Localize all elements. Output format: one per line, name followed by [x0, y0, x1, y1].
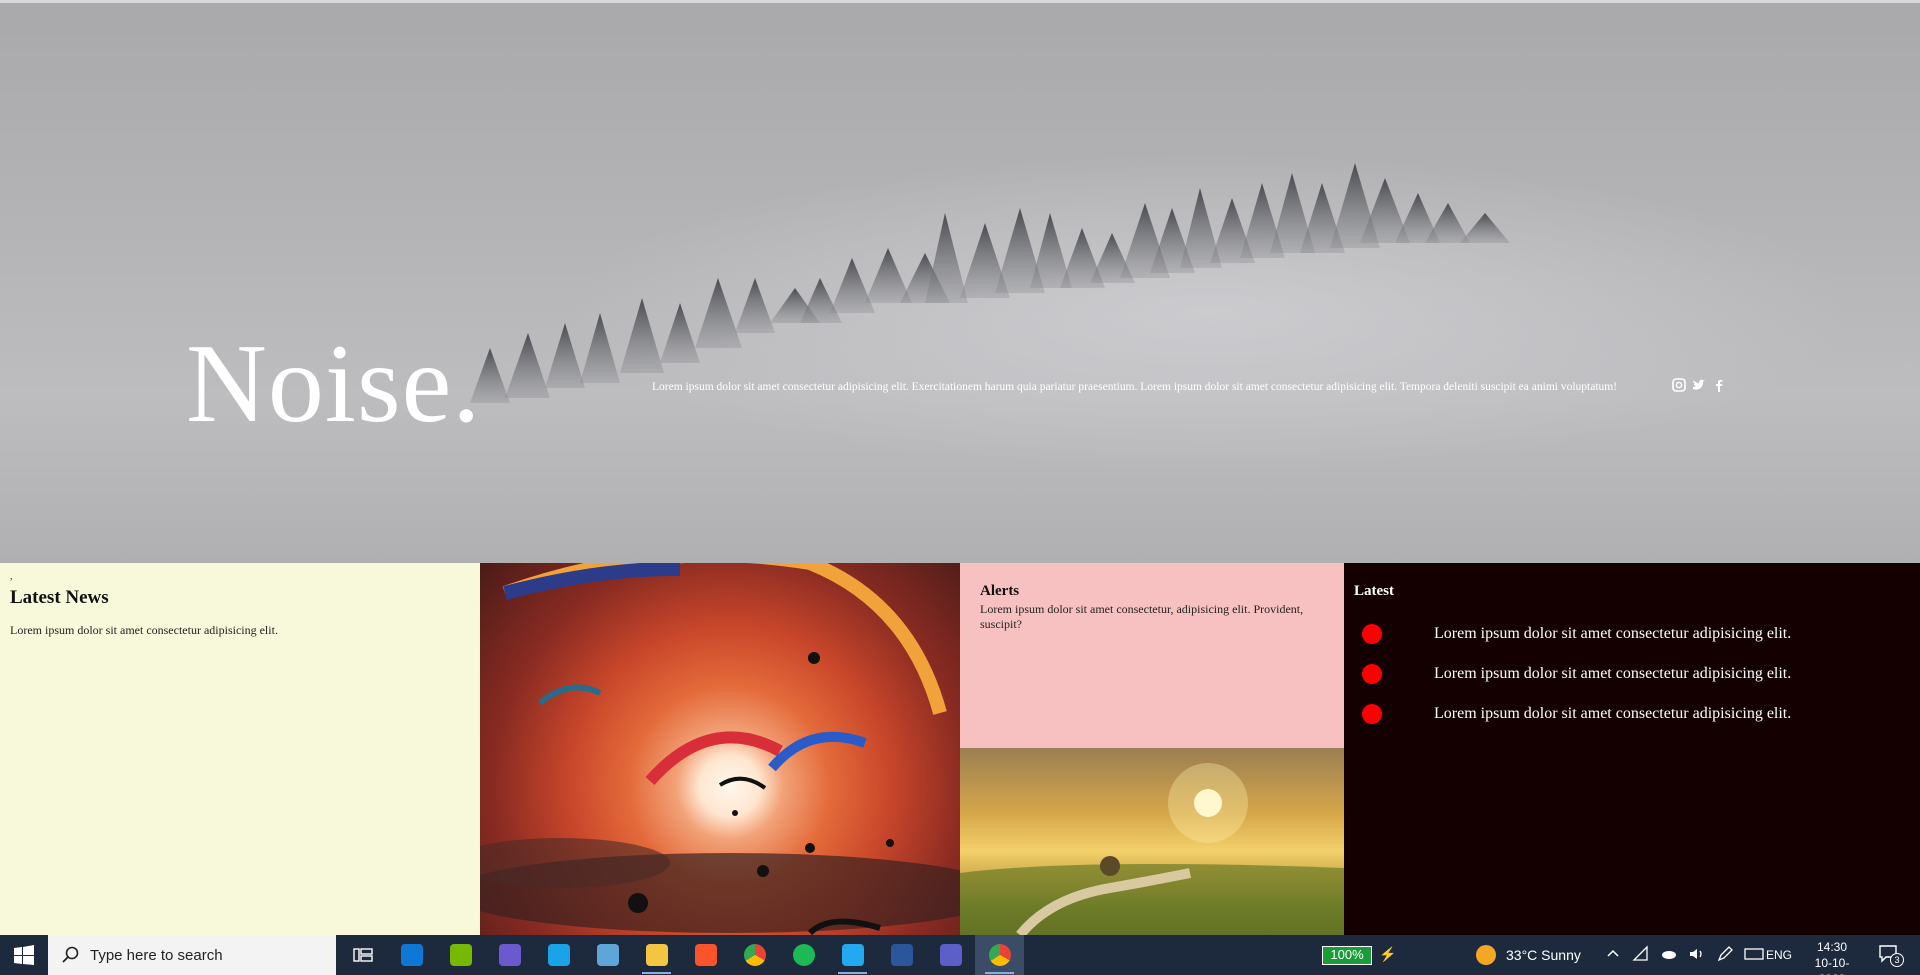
- weather-widget[interactable]: 33°C Sunny: [1476, 945, 1581, 965]
- onedrive-icon[interactable]: [1660, 945, 1678, 963]
- taskbar-l-app[interactable]: [534, 935, 583, 975]
- list-item: Lorem ipsum dolor sit amet consectetur a…: [1354, 614, 1910, 654]
- spotify-icon: [792, 944, 815, 966]
- misty-forest-image: [470, 163, 1510, 403]
- list-item-text: Lorem ipsum dolor sit amet consectetur a…: [1434, 665, 1792, 682]
- taskbar-brave[interactable]: [681, 935, 730, 975]
- word-icon: [890, 944, 913, 966]
- brave-icon: [694, 944, 717, 966]
- keyboard-icon[interactable]: [1744, 945, 1764, 963]
- clock[interactable]: 14:30 10-10-2023: [1802, 939, 1862, 975]
- taskbar-apps: [338, 935, 1024, 975]
- notification-center-button[interactable]: 3: [1878, 943, 1904, 967]
- taskbar-mail[interactable]: [387, 935, 436, 975]
- hero-banner: Noise. Lorem ipsum dolor sit amet consec…: [0, 0, 1920, 563]
- bullet-dot: [1362, 664, 1382, 684]
- taskbar-chrome[interactable]: [730, 935, 779, 975]
- latest-news-heading: Latest News: [10, 587, 109, 608]
- sunset-illustration: [960, 763, 1344, 935]
- task-view-icon: [352, 948, 373, 962]
- taskbar-chrome-active[interactable]: [975, 935, 1024, 975]
- paragliding-photo: [480, 563, 960, 935]
- chrome-icon: [988, 944, 1011, 966]
- latest-news-body: Lorem ipsum dolor sit amet consectetur a…: [10, 623, 278, 637]
- latest-news-panel: , Latest News Lorem ipsum dolor sit amet…: [0, 563, 480, 935]
- battery-indicator[interactable]: 100%: [1322, 946, 1372, 965]
- latest-heading: Latest: [1354, 583, 1394, 599]
- stack-icon: [596, 944, 619, 966]
- system-tray: [1604, 945, 1764, 963]
- list-item-text: Lorem ipsum dolor sit amet consectetur a…: [1434, 705, 1792, 722]
- taskbar-nvidia[interactable]: [436, 935, 485, 975]
- list-item: Lorem ipsum dolor sit amet consectetur a…: [1354, 654, 1910, 694]
- clock-time: 14:30: [1816, 940, 1848, 954]
- l-app-icon: [547, 944, 570, 966]
- windows-taskbar: Type here to search 100% ⚡ 33°C Sunny EN…: [0, 935, 1920, 975]
- nvidia-icon: [449, 944, 472, 966]
- folder-icon: [645, 944, 668, 966]
- chrome-icon: [743, 944, 766, 966]
- teams-icon: [939, 944, 962, 966]
- social-links: [1672, 378, 1726, 392]
- search-placeholder: Type here to search: [90, 946, 223, 964]
- list-item-text: Lorem ipsum dolor sit amet consectetur a…: [1434, 625, 1792, 642]
- sunset-landscape-photo: [960, 748, 1344, 935]
- alerts-panel: Alerts Lorem ipsum dolor sit amet consec…: [960, 563, 1344, 748]
- site-title: Noise.: [186, 322, 482, 446]
- hero-description: Lorem ipsum dolor sit amet consectetur a…: [652, 381, 1618, 393]
- pen-icon[interactable]: [1716, 945, 1734, 963]
- taskbar-bing[interactable]: [485, 935, 534, 975]
- sun-icon: [1476, 945, 1496, 965]
- vscode-icon: [841, 944, 864, 966]
- task-view-button[interactable]: [338, 935, 387, 975]
- alerts-heading: Alerts: [980, 583, 1020, 599]
- taskbar-word[interactable]: [877, 935, 926, 975]
- twitter-icon[interactable]: [1692, 378, 1706, 392]
- windows-logo-icon: [14, 945, 34, 965]
- bullet-dot: [1362, 624, 1382, 644]
- notification-count: 3: [1890, 953, 1904, 967]
- chevron-up-icon[interactable]: [1604, 945, 1622, 963]
- stray-character: ,: [10, 571, 13, 582]
- clock-date: 10-10-2023: [1814, 956, 1850, 975]
- volume-icon[interactable]: [1688, 945, 1706, 963]
- instagram-icon[interactable]: [1672, 378, 1686, 392]
- wifi-icon[interactable]: [1632, 945, 1650, 963]
- taskbar-teams[interactable]: [926, 935, 975, 975]
- taskbar-search-box[interactable]: Type here to search: [48, 935, 336, 975]
- taskbar-spotify[interactable]: [779, 935, 828, 975]
- latest-list: Lorem ipsum dolor sit amet consectetur a…: [1354, 614, 1910, 734]
- language-indicator[interactable]: ENG: [1766, 948, 1792, 962]
- search-icon: [62, 946, 79, 963]
- start-button[interactable]: [0, 935, 48, 975]
- mail-icon: [400, 944, 423, 966]
- list-item: Lorem ipsum dolor sit amet consectetur a…: [1354, 694, 1910, 734]
- bing-icon: [498, 944, 521, 966]
- latest-panel: Latest Lorem ipsum dolor sit amet consec…: [1344, 563, 1920, 935]
- taskbar-stack[interactable]: [583, 935, 632, 975]
- charging-plug-icon: ⚡: [1379, 946, 1397, 962]
- bullet-dot: [1362, 704, 1382, 724]
- facebook-icon[interactable]: [1712, 378, 1726, 392]
- weather-text: 33°C Sunny: [1506, 947, 1581, 963]
- alerts-body: Lorem ipsum dolor sit amet consectetur, …: [980, 602, 1304, 631]
- taskbar-vscode[interactable]: [828, 935, 877, 975]
- paragliders-illustration: [480, 563, 960, 935]
- taskbar-file-explorer[interactable]: [632, 935, 681, 975]
